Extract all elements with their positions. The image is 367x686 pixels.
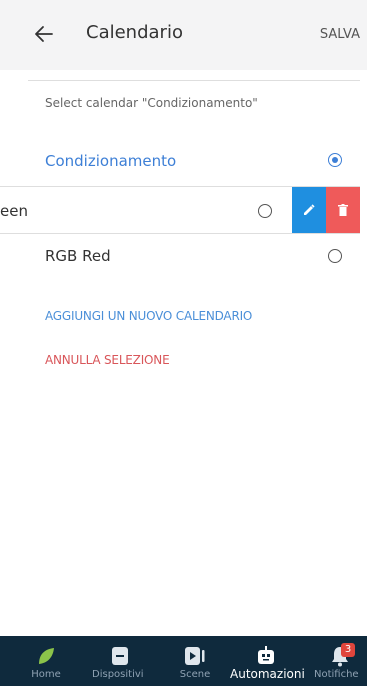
scene-icon bbox=[184, 645, 206, 667]
edit-button[interactable] bbox=[292, 187, 326, 233]
device-icon bbox=[109, 645, 131, 667]
page-title: Calendario bbox=[86, 22, 183, 43]
robot-icon bbox=[255, 645, 277, 667]
delete-button[interactable] bbox=[326, 187, 360, 233]
nav-label: Home bbox=[31, 669, 61, 680]
nav-item-home[interactable]: Home bbox=[26, 636, 66, 686]
calendar-label: een bbox=[0, 202, 28, 220]
calendar-label: RGB Red bbox=[45, 247, 111, 265]
nav-item-dispositivi[interactable]: Dispositivi bbox=[92, 636, 144, 686]
bottom-navigation: Home Dispositivi Scene Automazioni 3 Not… bbox=[0, 636, 367, 686]
calendar-label: Condizionamento bbox=[45, 152, 177, 170]
leaf-icon bbox=[35, 645, 57, 667]
nav-label: Scene bbox=[179, 669, 211, 680]
pencil-icon bbox=[292, 187, 326, 233]
nav-item-scene[interactable]: Scene bbox=[175, 636, 215, 686]
nav-label: Automazioni bbox=[230, 667, 305, 681]
select-calendar-subtitle: Select calendar "Condizionamento" bbox=[45, 96, 258, 110]
radio-selected[interactable] bbox=[328, 153, 342, 167]
nav-label: Notifiche bbox=[314, 669, 359, 680]
divider bbox=[0, 233, 360, 234]
bell-icon: 3 bbox=[329, 643, 355, 667]
nav-item-automazioni[interactable]: Automazioni bbox=[230, 636, 305, 686]
add-calendar-link[interactable]: AGGIUNGI UN NUOVO CALENDARIO bbox=[45, 309, 252, 323]
save-button[interactable]: SALVA bbox=[320, 27, 360, 42]
cancel-selection-link[interactable]: ANNULLA SELEZIONE bbox=[45, 353, 170, 367]
divider bbox=[28, 80, 360, 81]
notification-badge: 3 bbox=[341, 643, 355, 657]
nav-item-notifiche[interactable]: 3 Notifiche bbox=[314, 636, 360, 686]
back-arrow-icon[interactable] bbox=[33, 20, 57, 48]
radio-unselected[interactable] bbox=[258, 204, 272, 218]
nav-label: Dispositivi bbox=[92, 669, 144, 680]
app-header: Calendario SALVA bbox=[0, 0, 367, 70]
trash-icon bbox=[326, 187, 360, 233]
radio-unselected[interactable] bbox=[328, 249, 342, 263]
